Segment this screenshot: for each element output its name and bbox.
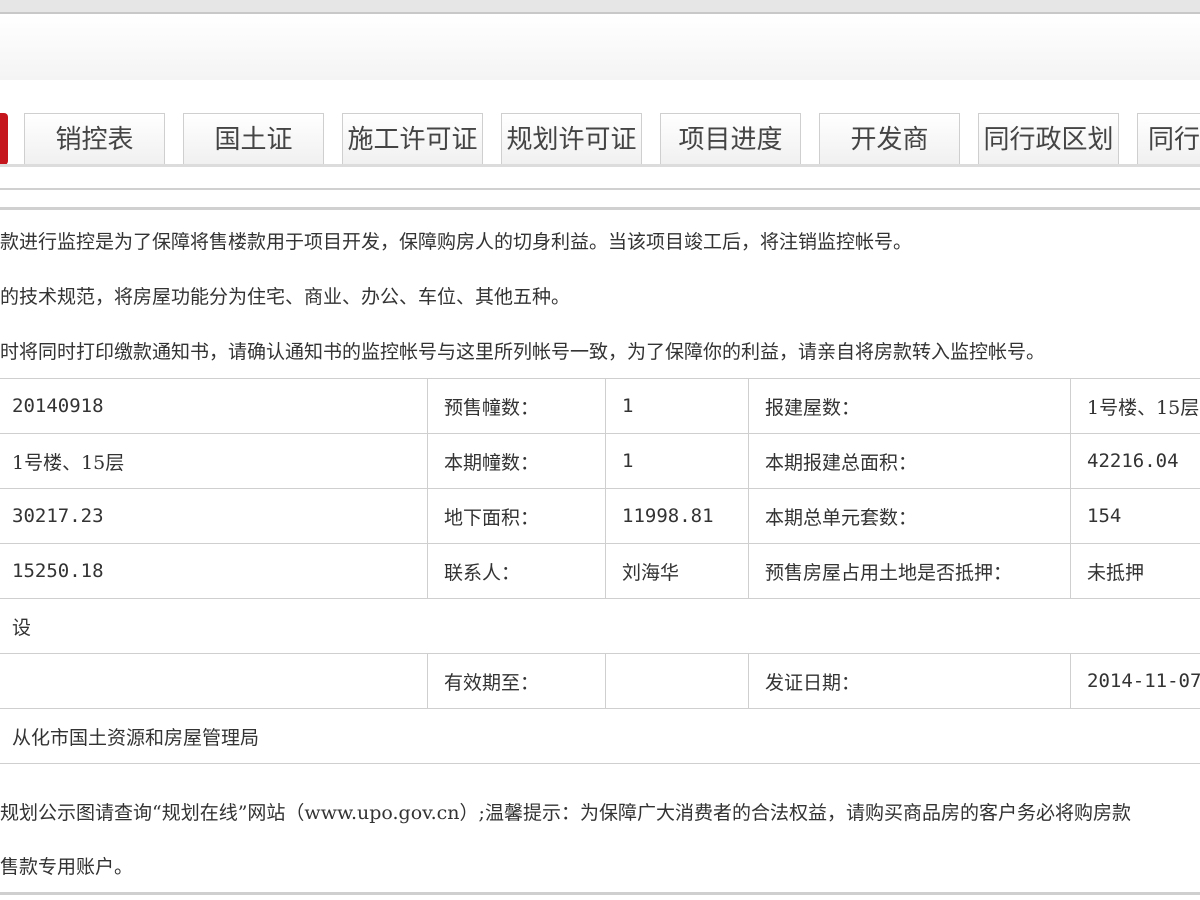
table-row: 15250.18 联系人： 刘海华 预售房屋占用土地是否抵押： 未抵押: [0, 543, 1200, 599]
tab-planning-permit[interactable]: 规划许可证: [501, 113, 642, 165]
tab-project-progress[interactable]: 项目进度: [660, 113, 801, 165]
table-row: 从化市国土资源和房屋管理局: [0, 708, 1200, 764]
cell-value: 30217.23: [0, 488, 428, 544]
cell-value: [0, 653, 428, 709]
tab-active-indicator[interactable]: [0, 113, 8, 165]
cell-label: 预售房屋占用土地是否抵押：: [748, 543, 1071, 599]
cell-label: 联系人：: [427, 543, 606, 599]
tab-developer[interactable]: 开发商: [819, 113, 960, 165]
table-row: 20140918 预售幢数： 1 报建屋数： 1号楼、15层: [0, 378, 1200, 434]
table-row: 1号楼、15层 本期幢数： 1 本期报建总面积： 42216.04: [0, 433, 1200, 489]
presale-info-table: 20140918 预售幢数： 1 报建屋数： 1号楼、15层 1号楼、15层 本…: [0, 378, 1200, 764]
cell-value: 设: [0, 598, 1200, 654]
cell-label: 有效期至：: [427, 653, 606, 709]
cell-label: 发证日期：: [748, 653, 1071, 709]
top-band: [0, 0, 1200, 12]
tab-same-district[interactable]: 同行政区划: [978, 113, 1119, 165]
tab-land-certificate[interactable]: 国土证: [183, 113, 324, 165]
cell-label: 本期总单元套数：: [748, 488, 1071, 544]
footer-line-1: 规划公示图请查询“规划在线”网站（www.upo.gov.cn）;温馨提示：为保…: [0, 802, 1131, 824]
table-row: 设: [0, 598, 1200, 654]
note-line-2: 的技术规范，将房屋功能分为住宅、商业、办公、车位、其他五种。: [0, 286, 571, 308]
note-line-3: 时将同时打印缴款通知书，请确认通知书的监控帐号与这里所列帐号一致，为了保障你的利…: [0, 341, 1046, 363]
note-line-1: 款进行监控是为了保障将售楼款用于项目开发，保障购房人的切身利益。当该项目竣工后，…: [0, 231, 913, 253]
cell-value: 1: [605, 433, 749, 489]
cell-value: 1: [605, 378, 749, 434]
cell-label: 报建屋数：: [748, 378, 1071, 434]
tab-construction-permit[interactable]: 施工许可证: [342, 113, 483, 165]
cell-value: 154: [1070, 488, 1200, 544]
header-area: [0, 14, 1200, 80]
cell-label: 本期幢数：: [427, 433, 606, 489]
cell-value: 20140918: [0, 378, 428, 434]
cell-value: 2014-11-07: [1070, 653, 1200, 709]
bottom-divider: [0, 892, 1200, 895]
cell-value: 1号楼、15层: [1070, 378, 1200, 434]
cell-label: 地下面积：: [427, 488, 606, 544]
footer-line-2: 售款专用账户。: [0, 856, 134, 878]
table-row: 30217.23 地下面积： 11998.81 本期总单元套数： 154: [0, 488, 1200, 544]
table-row: 有效期至： 发证日期： 2014-11-07: [0, 653, 1200, 709]
cell-value: 15250.18: [0, 543, 428, 599]
cell-value: 42216.04: [1070, 433, 1200, 489]
cell-value: 未抵押: [1070, 543, 1200, 599]
cell-value: 从化市国土资源和房屋管理局: [0, 708, 1200, 764]
cell-value: 1号楼、15层: [0, 433, 428, 489]
cell-value: [605, 653, 749, 709]
section-divider: [0, 188, 1200, 190]
cell-value: 11998.81: [605, 488, 749, 544]
cell-value: 刘海华: [605, 543, 749, 599]
tab-same-district-2[interactable]: 同行政: [1137, 113, 1200, 165]
tab-underline: [0, 164, 1200, 167]
cell-label: 本期报建总面积：: [748, 433, 1071, 489]
section-divider-2: [0, 207, 1200, 210]
cell-label: 预售幢数：: [427, 378, 606, 434]
tab-sales-control[interactable]: 销控表: [24, 113, 165, 165]
